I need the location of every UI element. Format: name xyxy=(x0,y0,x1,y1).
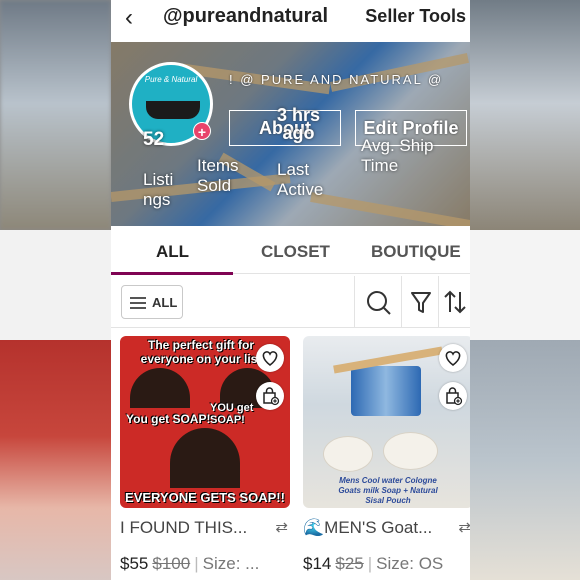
listings-stat[interactable]: 52 Listi ngs xyxy=(143,110,183,210)
seller-tools-link[interactable]: Seller Tools xyxy=(365,6,466,27)
price-line: $14 $25 | Size: OS xyxy=(303,554,470,574)
all-filter-label: ALL xyxy=(152,295,178,310)
listing-image[interactable]: The perfect gift for everyone on your li… xyxy=(120,336,290,508)
closet-tabs: ALL CLOSET BOUTIQUE xyxy=(111,230,470,275)
listing-size: Size: ... xyxy=(202,554,260,573)
listing-title[interactable]: 🌊MEN'S Goat... xyxy=(303,518,470,538)
soap-caption: Mens Cool water Cologne Goats milk Soap … xyxy=(338,476,438,505)
tab-all[interactable]: ALL xyxy=(156,242,189,262)
meme-left-text: You get SOAP! xyxy=(126,412,211,426)
listing-price: $14 xyxy=(303,554,332,573)
filter-icon xyxy=(411,292,431,313)
blurred-background-right xyxy=(470,0,580,580)
listing-size: Size: OS xyxy=(376,554,444,573)
share-icon[interactable]: ⇄ xyxy=(458,518,470,536)
profile-banner: Pure & Natural + ! @ PURE AND NATURAL @ … xyxy=(111,42,470,226)
original-price: $25 xyxy=(335,554,364,573)
listing-title[interactable]: I FOUND THIS... xyxy=(120,518,290,538)
sort-icon xyxy=(444,290,466,314)
share-icon[interactable]: ⇄ xyxy=(275,518,288,536)
items-sold-label: Items Sold xyxy=(197,156,239,195)
price-line: $55 $100 | Size: ... xyxy=(120,554,300,574)
divider: | xyxy=(194,554,199,573)
heart-icon xyxy=(262,351,278,367)
shopping-bag-icon xyxy=(446,387,463,406)
tab-boutique[interactable]: BOUTIQUE xyxy=(371,242,461,262)
all-filter-button[interactable]: ALL xyxy=(121,285,183,319)
avatar-logo-text: Pure & Natural xyxy=(144,75,198,84)
search-icon xyxy=(367,291,391,315)
meme-bottom-text: EVERYONE GETS SOAP!! xyxy=(125,490,285,505)
divider: | xyxy=(367,554,373,573)
original-price: $100 xyxy=(152,554,191,573)
blurred-background-left xyxy=(0,0,111,580)
listing-image[interactable]: Mens Cool water Cologne Goats milk Soap … xyxy=(303,336,470,508)
meme-top-text: The perfect gift for everyone on your li… xyxy=(140,338,262,366)
listings-count: 52 xyxy=(143,129,165,150)
like-button[interactable] xyxy=(256,344,284,372)
last-active-value: 3 hrs ago xyxy=(277,105,321,143)
active-tab-indicator xyxy=(111,272,233,275)
add-to-bundle-button[interactable] xyxy=(256,382,284,410)
like-button[interactable] xyxy=(439,344,467,372)
filter-bar: ALL xyxy=(111,276,470,328)
tab-closet[interactable]: CLOSET xyxy=(261,242,330,262)
top-bar: ‹ @pureandnatural Seller Tools xyxy=(111,0,470,42)
add-to-bundle-button[interactable] xyxy=(439,382,467,410)
sort-button[interactable] xyxy=(438,276,470,328)
avg-ship-label: Avg. Ship Time xyxy=(361,136,434,175)
listings-label: Listi ngs xyxy=(143,170,174,209)
closet-handle: @pureandnatural xyxy=(163,5,329,27)
closet-screen: ‹ @pureandnatural Seller Tools Pure & Na… xyxy=(111,0,470,580)
shopping-bag-icon xyxy=(263,387,280,406)
listing-price: $55 xyxy=(120,554,149,573)
back-chevron-icon[interactable]: ‹ xyxy=(125,4,133,32)
search-button[interactable] xyxy=(354,276,402,328)
shop-name: ! @ PURE AND NATURAL @ xyxy=(229,72,444,87)
last-active-label: Last Active xyxy=(277,160,324,199)
menu-icon xyxy=(130,297,146,309)
filter-button[interactable] xyxy=(401,276,439,328)
heart-icon xyxy=(445,351,461,367)
